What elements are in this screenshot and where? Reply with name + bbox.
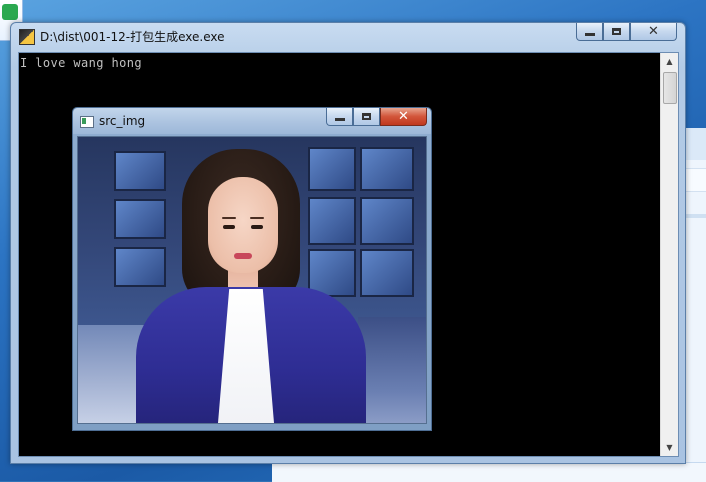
minimize-icon bbox=[584, 33, 595, 36]
studio-monitor bbox=[308, 147, 356, 191]
image-window-caption-buttons: ✕ bbox=[326, 108, 427, 127]
anchor-brow bbox=[222, 217, 236, 219]
studio-monitor bbox=[360, 249, 414, 297]
image-window-title: src_img bbox=[99, 114, 146, 128]
maximize-icon bbox=[362, 113, 371, 120]
scrollbar-thumb[interactable] bbox=[663, 72, 677, 104]
console-output-text: I love wang hong bbox=[20, 56, 142, 70]
studio-monitor bbox=[360, 197, 414, 245]
anchor-lips bbox=[234, 253, 252, 259]
background-window-lower[interactable] bbox=[272, 462, 706, 482]
console-maximize-button[interactable] bbox=[603, 23, 630, 41]
maximize-icon bbox=[612, 28, 621, 35]
image-window-titlebar[interactable]: src_img ✕ bbox=[73, 108, 431, 134]
studio-monitor bbox=[114, 199, 166, 239]
console-minimize-button[interactable] bbox=[576, 23, 603, 41]
console-vertical-scrollbar[interactable]: ▲ ▼ bbox=[660, 53, 678, 456]
studio-monitor bbox=[360, 147, 414, 191]
anchor-brow bbox=[250, 217, 264, 219]
image-window-maximize-button[interactable] bbox=[353, 108, 380, 126]
background-window-band bbox=[683, 128, 706, 160]
background-window-band bbox=[683, 214, 706, 218]
studio-monitor bbox=[308, 197, 356, 245]
close-icon: ✕ bbox=[648, 24, 659, 39]
app-shortcut-icon bbox=[2, 4, 18, 20]
background-window-band bbox=[683, 168, 706, 192]
image-window-close-button[interactable]: ✕ bbox=[380, 108, 427, 126]
image-window-minimize-button[interactable] bbox=[326, 108, 353, 126]
minimize-icon bbox=[334, 118, 345, 121]
anchor-face bbox=[208, 177, 278, 273]
studio-desk-right bbox=[358, 317, 426, 423]
anchor-eye bbox=[223, 225, 235, 229]
studio-monitor bbox=[114, 247, 166, 287]
scroll-up-arrow-icon[interactable]: ▲ bbox=[661, 53, 678, 70]
src-image-canvas bbox=[77, 136, 427, 424]
image-window-app-icon[interactable] bbox=[80, 116, 94, 128]
close-icon: ✕ bbox=[398, 109, 409, 124]
studio-monitor bbox=[114, 151, 166, 191]
image-window[interactable]: src_img ✕ bbox=[72, 107, 432, 431]
console-title: D:\dist\001-12-打包生成exe.exe bbox=[40, 30, 225, 44]
console-app-icon[interactable] bbox=[19, 29, 35, 45]
console-caption-buttons: ✕ bbox=[576, 23, 677, 42]
console-close-button[interactable]: ✕ bbox=[630, 23, 677, 41]
console-titlebar[interactable]: D:\dist\001-12-打包生成exe.exe ✕ bbox=[11, 23, 685, 49]
scroll-down-arrow-icon[interactable]: ▼ bbox=[661, 439, 678, 456]
anchor-eye bbox=[251, 225, 263, 229]
